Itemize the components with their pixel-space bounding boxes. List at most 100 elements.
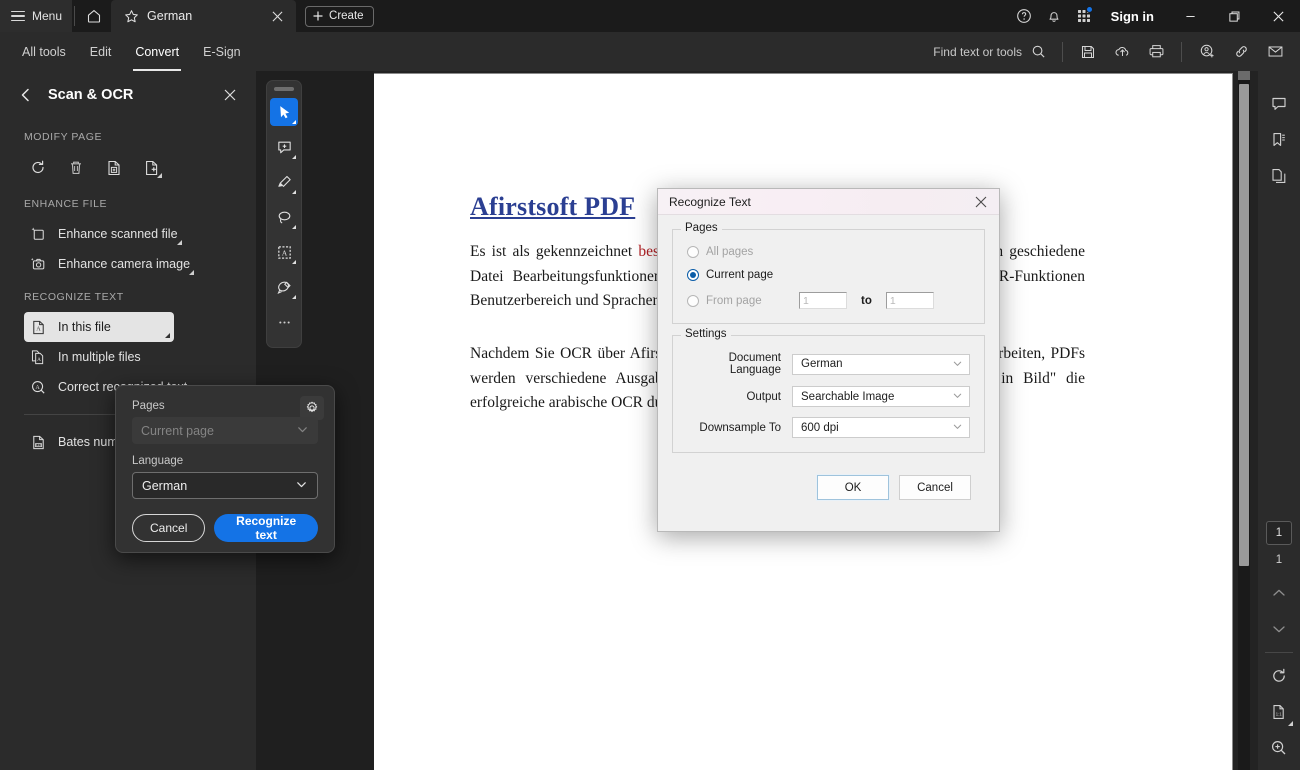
radio-button[interactable]: [687, 246, 699, 258]
create-button[interactable]: Create: [305, 5, 374, 27]
floating-tool-strip: A: [266, 80, 302, 348]
tab-edit[interactable]: Edit: [78, 32, 124, 71]
tool-stamp[interactable]: [270, 273, 298, 301]
cloud-upload-icon: [1115, 46, 1128, 57]
panel-back-button[interactable]: [18, 83, 40, 107]
link-button[interactable]: [1224, 37, 1258, 67]
sidebar-item-enhance-camera-image[interactable]: Enhance camera image: [24, 249, 198, 279]
dialog-title: Recognize Text: [669, 194, 751, 209]
chevron-down-icon: [952, 421, 963, 434]
setting-value: German: [801, 358, 843, 370]
add-page-button[interactable]: [138, 154, 166, 182]
camera-icon: [30, 257, 45, 269]
select-text-region-icon: A: [277, 245, 291, 259]
tool-select-arrow[interactable]: [270, 98, 298, 126]
zoom-in-button[interactable]: [1264, 733, 1294, 763]
dialog-ok-button[interactable]: OK: [816, 474, 890, 501]
from-page-input[interactable]: [799, 292, 847, 309]
cloud-upload-button[interactable]: [1105, 37, 1139, 67]
popover-pages-select[interactable]: Current page: [132, 417, 318, 444]
radio-option-all-pages[interactable]: All pages: [687, 246, 970, 258]
find-text-or-tools[interactable]: Find text or tools: [925, 38, 1054, 66]
tool-strip-drag-handle[interactable]: [274, 87, 294, 91]
delete-page-icon: [71, 161, 81, 174]
setting-downsample-to: Downsample To 600 dpi: [687, 417, 970, 438]
current-page-input[interactable]: 1: [1266, 521, 1292, 545]
menu-bar: All tools Edit Convert E-Sign Find text …: [0, 32, 1300, 71]
radio-button[interactable]: [687, 269, 699, 281]
panel-close-button[interactable]: [218, 83, 242, 107]
tool-lasso[interactable]: [270, 203, 298, 231]
to-page-input[interactable]: [885, 292, 934, 309]
document-language-select[interactable]: German: [792, 353, 970, 375]
rotate-page-button[interactable]: [24, 154, 52, 182]
setting-label: Output: [746, 390, 781, 403]
tool-more-options[interactable]: [270, 308, 298, 336]
sidebar-item-label: Enhance scanned file: [58, 227, 178, 241]
previous-page-button[interactable]: [1264, 578, 1294, 608]
comments-panel-button[interactable]: [1264, 89, 1294, 119]
rotate-view-button[interactable]: [1264, 661, 1294, 691]
rail-divider: [1265, 652, 1293, 653]
chevron-down-icon: [952, 390, 963, 403]
delete-page-button[interactable]: [62, 154, 90, 182]
bookmarks-panel-button[interactable]: [1264, 125, 1294, 155]
dialog-title-bar: Recognize Text: [658, 189, 999, 215]
notifications-button[interactable]: [1039, 0, 1069, 32]
dialog-close-button[interactable]: [969, 191, 993, 213]
help-button[interactable]: [1009, 0, 1039, 32]
popover-recognize-text-button[interactable]: Recognize text: [214, 514, 318, 542]
mail-icon: [1268, 46, 1282, 57]
downsample-to-select[interactable]: 600 dpi: [792, 417, 970, 438]
more-options-indicator: [292, 225, 296, 229]
magnify-a-icon: A: [32, 380, 45, 394]
minimize-icon: [1185, 15, 1195, 17]
zoom-in-icon: [1271, 740, 1286, 755]
popover-language-label: Language: [132, 455, 184, 467]
maximize-button[interactable]: [1212, 0, 1256, 32]
tool-add-comment[interactable]: [270, 133, 298, 161]
sidebar-item-enhance-scanned-file[interactable]: Enhance scanned file: [24, 219, 186, 249]
insert-page-button[interactable]: [100, 154, 128, 182]
more-options-indicator: [189, 270, 195, 275]
document-tab[interactable]: German: [111, 0, 297, 32]
save-button[interactable]: [1071, 37, 1105, 67]
tab-convert[interactable]: Convert: [123, 32, 191, 71]
radio-button[interactable]: [687, 294, 699, 307]
vertical-scrollbar-thumb[interactable]: [1239, 84, 1249, 566]
dialog-cancel-button[interactable]: Cancel: [899, 475, 971, 500]
svg-text:123: 123: [36, 443, 41, 447]
tool-select-text-region[interactable]: A: [270, 238, 298, 266]
section-heading-enhance-file: ENHANCE FILE: [24, 198, 108, 210]
plus-icon: [313, 11, 323, 21]
chevron-down-icon: [296, 423, 309, 439]
radio-option-current-page[interactable]: Current page: [687, 269, 970, 281]
share-person-button[interactable]: [1190, 37, 1224, 67]
fit-page-button[interactable]: 1:1: [1264, 697, 1294, 727]
close-window-button[interactable]: [1256, 0, 1300, 32]
document-tab-close-icon[interactable]: [267, 6, 287, 26]
home-button[interactable]: [77, 0, 111, 32]
minimize-button[interactable]: [1168, 0, 1212, 32]
mail-button[interactable]: [1258, 37, 1292, 67]
sidebar-item-in-this-file[interactable]: A In this file: [24, 312, 174, 342]
sidebar-item-in-multiple-files[interactable]: A In multiple files: [24, 342, 174, 372]
radio-option-from-page[interactable]: From page to: [687, 292, 970, 309]
popover-language-select[interactable]: German: [132, 472, 318, 499]
vertical-scrollbar[interactable]: [1238, 71, 1250, 770]
document-tab-title: German: [147, 9, 193, 23]
menu-button[interactable]: Menu: [0, 0, 73, 32]
tab-all-tools[interactable]: All tools: [10, 32, 78, 71]
tool-highlight[interactable]: [270, 168, 298, 196]
panel-title: Scan & OCR: [48, 87, 134, 103]
next-page-button[interactable]: [1264, 614, 1294, 644]
pages-panel-button[interactable]: [1264, 161, 1294, 191]
more-options-indicator: [165, 333, 170, 338]
apps-button[interactable]: [1069, 0, 1099, 32]
output-select[interactable]: Searchable Image: [792, 386, 970, 407]
tab-esign[interactable]: E-Sign: [191, 32, 253, 71]
print-button[interactable]: [1139, 37, 1173, 67]
sign-in-button[interactable]: Sign in: [1099, 9, 1168, 24]
more-options-indicator: [292, 155, 296, 159]
popover-cancel-button[interactable]: Cancel: [132, 514, 206, 542]
